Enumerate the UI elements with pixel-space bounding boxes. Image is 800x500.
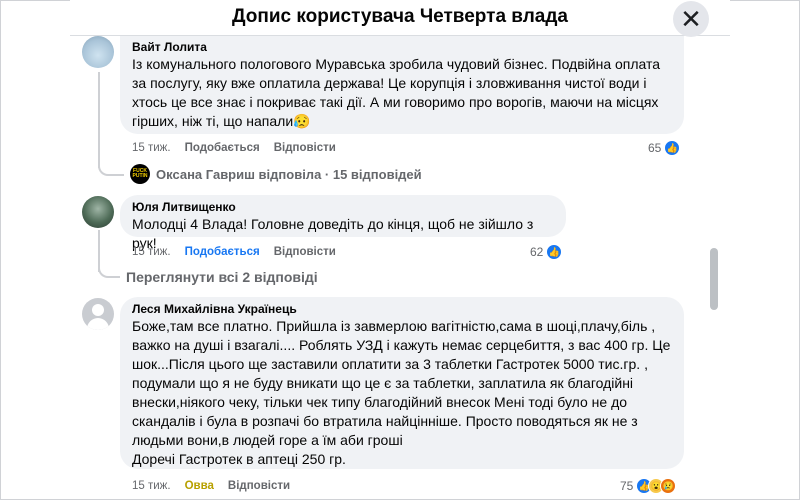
reply-button[interactable]: Відповісти bbox=[274, 142, 336, 154]
avatar[interactable] bbox=[82, 196, 114, 228]
dialog-title: Допис користувача Четверта влада bbox=[231, 6, 568, 27]
wow-reaction-button[interactable]: Овва bbox=[185, 480, 214, 492]
comment-author[interactable]: Леся Михайлівна Українець bbox=[132, 302, 672, 317]
like-reaction-icon: 👍 bbox=[546, 244, 563, 260]
comment-bubble: Вайт Лолита Із комунального пологового М… bbox=[120, 36, 684, 134]
avatar-body-shape bbox=[87, 318, 109, 330]
reaction-summary[interactable]: 65 👍 bbox=[648, 140, 681, 156]
comment-time[interactable]: 15 тиж. bbox=[132, 142, 171, 154]
comment-author[interactable]: Вайт Лолита bbox=[132, 40, 672, 55]
reaction-count: 65 bbox=[648, 141, 662, 155]
replies-summary-text: Оксана Гавриш відповіла · 15 відповідей bbox=[156, 166, 422, 182]
scrollbar-thumb[interactable] bbox=[710, 248, 718, 310]
reaction-summary[interactable]: 62 👍 bbox=[530, 244, 563, 260]
comment-actions: 15 тиж. Овва Відповісти bbox=[132, 480, 290, 492]
like-reaction-icon: 👍 bbox=[664, 140, 681, 156]
comment-text: Із комунального пологового Муравська зро… bbox=[132, 56, 661, 129]
dialog-header: Допис користувача Четверта влада bbox=[70, 0, 730, 36]
comment-time[interactable]: 15 тиж. bbox=[132, 246, 171, 258]
avatar[interactable] bbox=[82, 298, 114, 330]
avatar-badge-text: FUCK PUTIN bbox=[132, 168, 148, 179]
avatar-head-shape bbox=[92, 304, 104, 316]
comment-bubble: Юля Литвищенко Молодці 4 Влада! Головне … bbox=[120, 195, 566, 251]
comment-actions: 15 тиж. Подобається Відповісти bbox=[132, 142, 336, 154]
like-button[interactable]: Подобається bbox=[185, 142, 260, 154]
close-icon: ✕ bbox=[680, 4, 702, 34]
comment-text: Боже,там все платно. Прийшла із завмерло… bbox=[132, 318, 671, 467]
close-button[interactable]: ✕ bbox=[673, 1, 709, 37]
comment-time[interactable]: 15 тиж. bbox=[132, 480, 171, 492]
thread-curve bbox=[98, 150, 124, 176]
replies-summary-link[interactable]: FUCK PUTIN Оксана Гавриш відповіла · 15 … bbox=[130, 164, 422, 184]
sad-reaction-icon: 😢 bbox=[660, 478, 677, 494]
thread-curve bbox=[98, 262, 120, 278]
view-all-replies-link[interactable]: Переглянути всі 2 відповіді bbox=[126, 269, 318, 285]
reply-button[interactable]: Відповісти bbox=[228, 480, 290, 492]
reply-button[interactable]: Відповісти bbox=[274, 246, 336, 258]
comment-actions: 15 тиж. Подобається Відповісти bbox=[132, 246, 336, 258]
reaction-count: 62 bbox=[530, 245, 544, 259]
avatar: FUCK PUTIN bbox=[130, 164, 150, 184]
avatar[interactable] bbox=[82, 36, 114, 68]
like-button[interactable]: Подобається bbox=[185, 246, 260, 258]
reaction-count: 75 bbox=[620, 479, 634, 493]
comment-author[interactable]: Юля Литвищенко bbox=[132, 200, 554, 215]
reaction-summary[interactable]: 75 👍 😮 😢 bbox=[620, 478, 677, 494]
comment-bubble: Леся Михайлівна Українець Боже,там все п… bbox=[120, 297, 684, 469]
